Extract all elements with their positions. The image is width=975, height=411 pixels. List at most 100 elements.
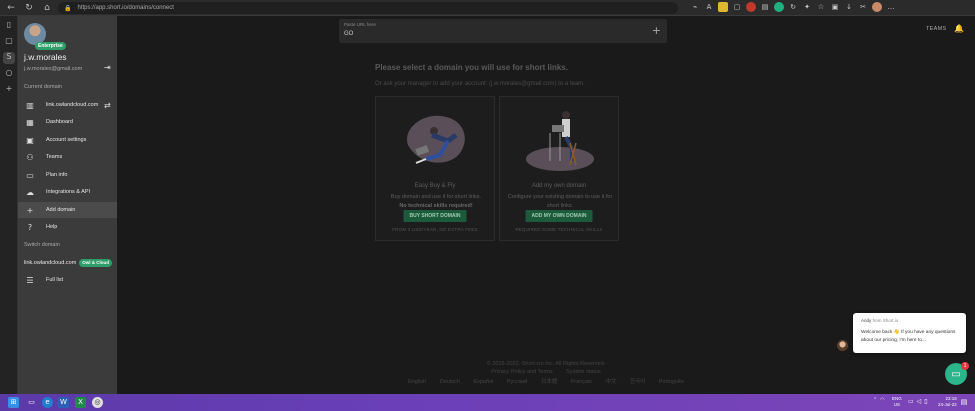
lang-korean[interactable]: 한국어: [630, 379, 645, 385]
sidebar-item-account-settings[interactable]: ▣ Account settings: [18, 132, 117, 148]
sidebar-item-help[interactable]: ? Help: [18, 219, 117, 235]
lock-icon: 🔒: [64, 4, 72, 12]
wifi-icon[interactable]: ◠: [880, 397, 884, 403]
account-icon: ▣: [26, 135, 34, 145]
person-relaxing-illustration: [407, 115, 465, 164]
sidebar-item-label: Teams: [46, 154, 63, 160]
favorites-icon[interactable]: ☆: [816, 2, 826, 12]
footer-links: Privacy Policy and Terms System status: [117, 369, 975, 375]
lang-francais[interactable]: Français: [571, 379, 592, 385]
back-icon[interactable]: ←: [4, 1, 18, 15]
reload-icon[interactable]: ↻: [22, 1, 36, 15]
sidebar-item-plan-info[interactable]: ▭ Plan info: [18, 167, 117, 183]
status-link[interactable]: System status: [566, 369, 601, 375]
card-description-bold: No technical skills required!: [399, 203, 473, 209]
word-icon[interactable]: W: [58, 397, 69, 408]
browser-toolbar: ← ↻ ⌂ 🔒 https://app.short.io/domains/con…: [0, 0, 975, 16]
chrome-icon[interactable]: ◎: [92, 397, 103, 408]
people-icon: ⚇: [26, 152, 34, 162]
download-icon[interactable]: ↓: [844, 2, 854, 12]
screenshot-icon[interactable]: ✂: [858, 2, 868, 12]
excel-icon[interactable]: X: [75, 397, 86, 408]
extension-icon[interactable]: ▢: [732, 2, 742, 12]
tracking-icon[interactable]: ⌁: [690, 2, 700, 12]
sidebar-item-full-list[interactable]: ☰ Full list: [18, 272, 117, 288]
team-badge: Owl & Cloud: [79, 259, 113, 267]
extension-red-icon[interactable]: [746, 2, 756, 12]
add-link-icon[interactable]: +: [652, 24, 661, 37]
lang-portugues[interactable]: Português: [659, 379, 684, 385]
buy-short-domain-button[interactable]: BUY SHORT DOMAIN: [403, 210, 467, 222]
sidebar-item-label: Add domain: [46, 207, 76, 213]
circle-icon[interactable]: ○: [3, 68, 15, 80]
plus-icon: +: [26, 205, 34, 215]
windows-taskbar: ⊞ ▭ e W X ◎ ⌃ ◠ ENG US ▭ ◁ ▯ 23:16 24-Ju…: [0, 394, 975, 411]
page-subtitle: Or ask your manager to add your account:…: [375, 81, 585, 87]
home-icon[interactable]: ⌂: [40, 1, 54, 15]
chat-icon: ▭: [951, 368, 961, 380]
user-name: j.w.morales: [24, 52, 67, 62]
notification-icon[interactable]: ▤: [960, 397, 968, 408]
extension-yellow-icon[interactable]: [718, 2, 728, 12]
language-indicator[interactable]: ENG US: [892, 396, 902, 408]
logout-icon[interactable]: ⇥: [104, 64, 112, 72]
lang-deutsch[interactable]: Deutsch: [440, 379, 460, 385]
add-my-own-domain-button[interactable]: ADD MY OWN DOMAIN: [525, 210, 593, 222]
current-domain-selector[interactable]: ▥ link.owlandcloud.com ⇄: [18, 97, 117, 113]
sidebar-toggle-icon[interactable]: ▯: [3, 20, 15, 32]
read-aloud-icon[interactable]: A: [704, 2, 714, 12]
plus-icon[interactable]: +: [3, 84, 15, 96]
sidebar-item-dashboard[interactable]: ▦ Dashboard: [18, 114, 117, 130]
extension-bar: ⌁ A ▢ ▤ ↻ ✦ ☆ ▣ ↓ ✂ …: [690, 2, 896, 12]
battery-icon[interactable]: ▯: [924, 398, 927, 405]
chat-sender: Andy from Short.io: [861, 318, 898, 323]
start-icon[interactable]: ⊞: [8, 397, 19, 408]
lang-russian[interactable]: Русский: [507, 379, 527, 385]
tabs-icon[interactable]: ▢: [3, 36, 15, 48]
building-icon: ▥: [26, 100, 34, 110]
card-description: Buy domain and use it for short links. N…: [382, 193, 490, 211]
lang-chinese[interactable]: 中文: [606, 379, 617, 385]
chat-agent-avatar: [837, 340, 848, 351]
sidebar-item-integrations[interactable]: ☁ Integrations & API: [18, 184, 117, 200]
chat-message-bubble[interactable]: Andy from Short.io Welcome back 👋 If you…: [853, 313, 966, 353]
add-own-domain-card: Add my own domain Configure your existin…: [499, 96, 619, 241]
more-icon[interactable]: …: [886, 2, 896, 12]
current-domain-label: Current domain: [24, 84, 62, 90]
card-description-text: Buy domain and use it for short links.: [390, 194, 482, 200]
extension-green-icon[interactable]: [774, 2, 784, 12]
edge-icon[interactable]: e: [42, 397, 53, 408]
list-icon: ☰: [26, 275, 34, 285]
card-title: Easy Buy & Fly: [414, 183, 456, 189]
refresh-extension-icon[interactable]: ↻: [788, 2, 798, 12]
puzzle-icon[interactable]: ✦: [802, 2, 812, 12]
swap-icon[interactable]: ⇄: [104, 101, 111, 110]
display-icon[interactable]: ▭: [908, 398, 914, 405]
unread-count-badge: 1: [961, 362, 969, 370]
switch-domain-item[interactable]: link.owlandcloud.com Owl & Cloud: [24, 259, 113, 267]
sidebar-item-add-domain[interactable]: + Add domain: [18, 202, 117, 218]
volume-icon[interactable]: ◁: [917, 398, 922, 405]
collections-icon[interactable]: ▣: [830, 2, 840, 12]
file-explorer-icon[interactable]: ▭: [26, 397, 37, 408]
lang-english[interactable]: English: [408, 379, 426, 385]
chevron-up-icon[interactable]: ⌃: [873, 397, 877, 403]
clock[interactable]: 23:16 24-Jul-22: [938, 396, 957, 408]
sidebar-item-teams[interactable]: ⚇ Teams: [18, 149, 117, 165]
main-content: Paste URL here GO + TEAMS 🔔 Please selec…: [117, 16, 975, 394]
app-sidebar: Enterprise j.w.morales j.w.morales@gmail…: [18, 16, 117, 394]
lang-japanese[interactable]: 日本語: [541, 379, 558, 385]
bell-icon[interactable]: 🔔: [954, 24, 964, 33]
url-text: https://app.short.io/domains/connect: [77, 5, 174, 11]
teams-link[interactable]: TEAMS: [926, 26, 946, 32]
privacy-link[interactable]: Privacy Policy and Terms: [491, 369, 552, 375]
chat-from-suffix: from Short.io: [872, 318, 899, 323]
dashboard-icon: ▦: [26, 117, 34, 127]
card-note: REQUIRED SOME TECHNICAL SKILLS: [515, 227, 603, 232]
address-bar[interactable]: 🔒 https://app.short.io/domains/connect: [58, 2, 678, 14]
profile-avatar-icon[interactable]: [872, 2, 882, 12]
paste-url-input[interactable]: Paste URL here GO +: [339, 19, 667, 43]
lang-espanol[interactable]: Español: [473, 379, 493, 385]
shortio-icon[interactable]: S: [3, 52, 15, 64]
extension-grey-icon[interactable]: ▤: [760, 2, 770, 12]
